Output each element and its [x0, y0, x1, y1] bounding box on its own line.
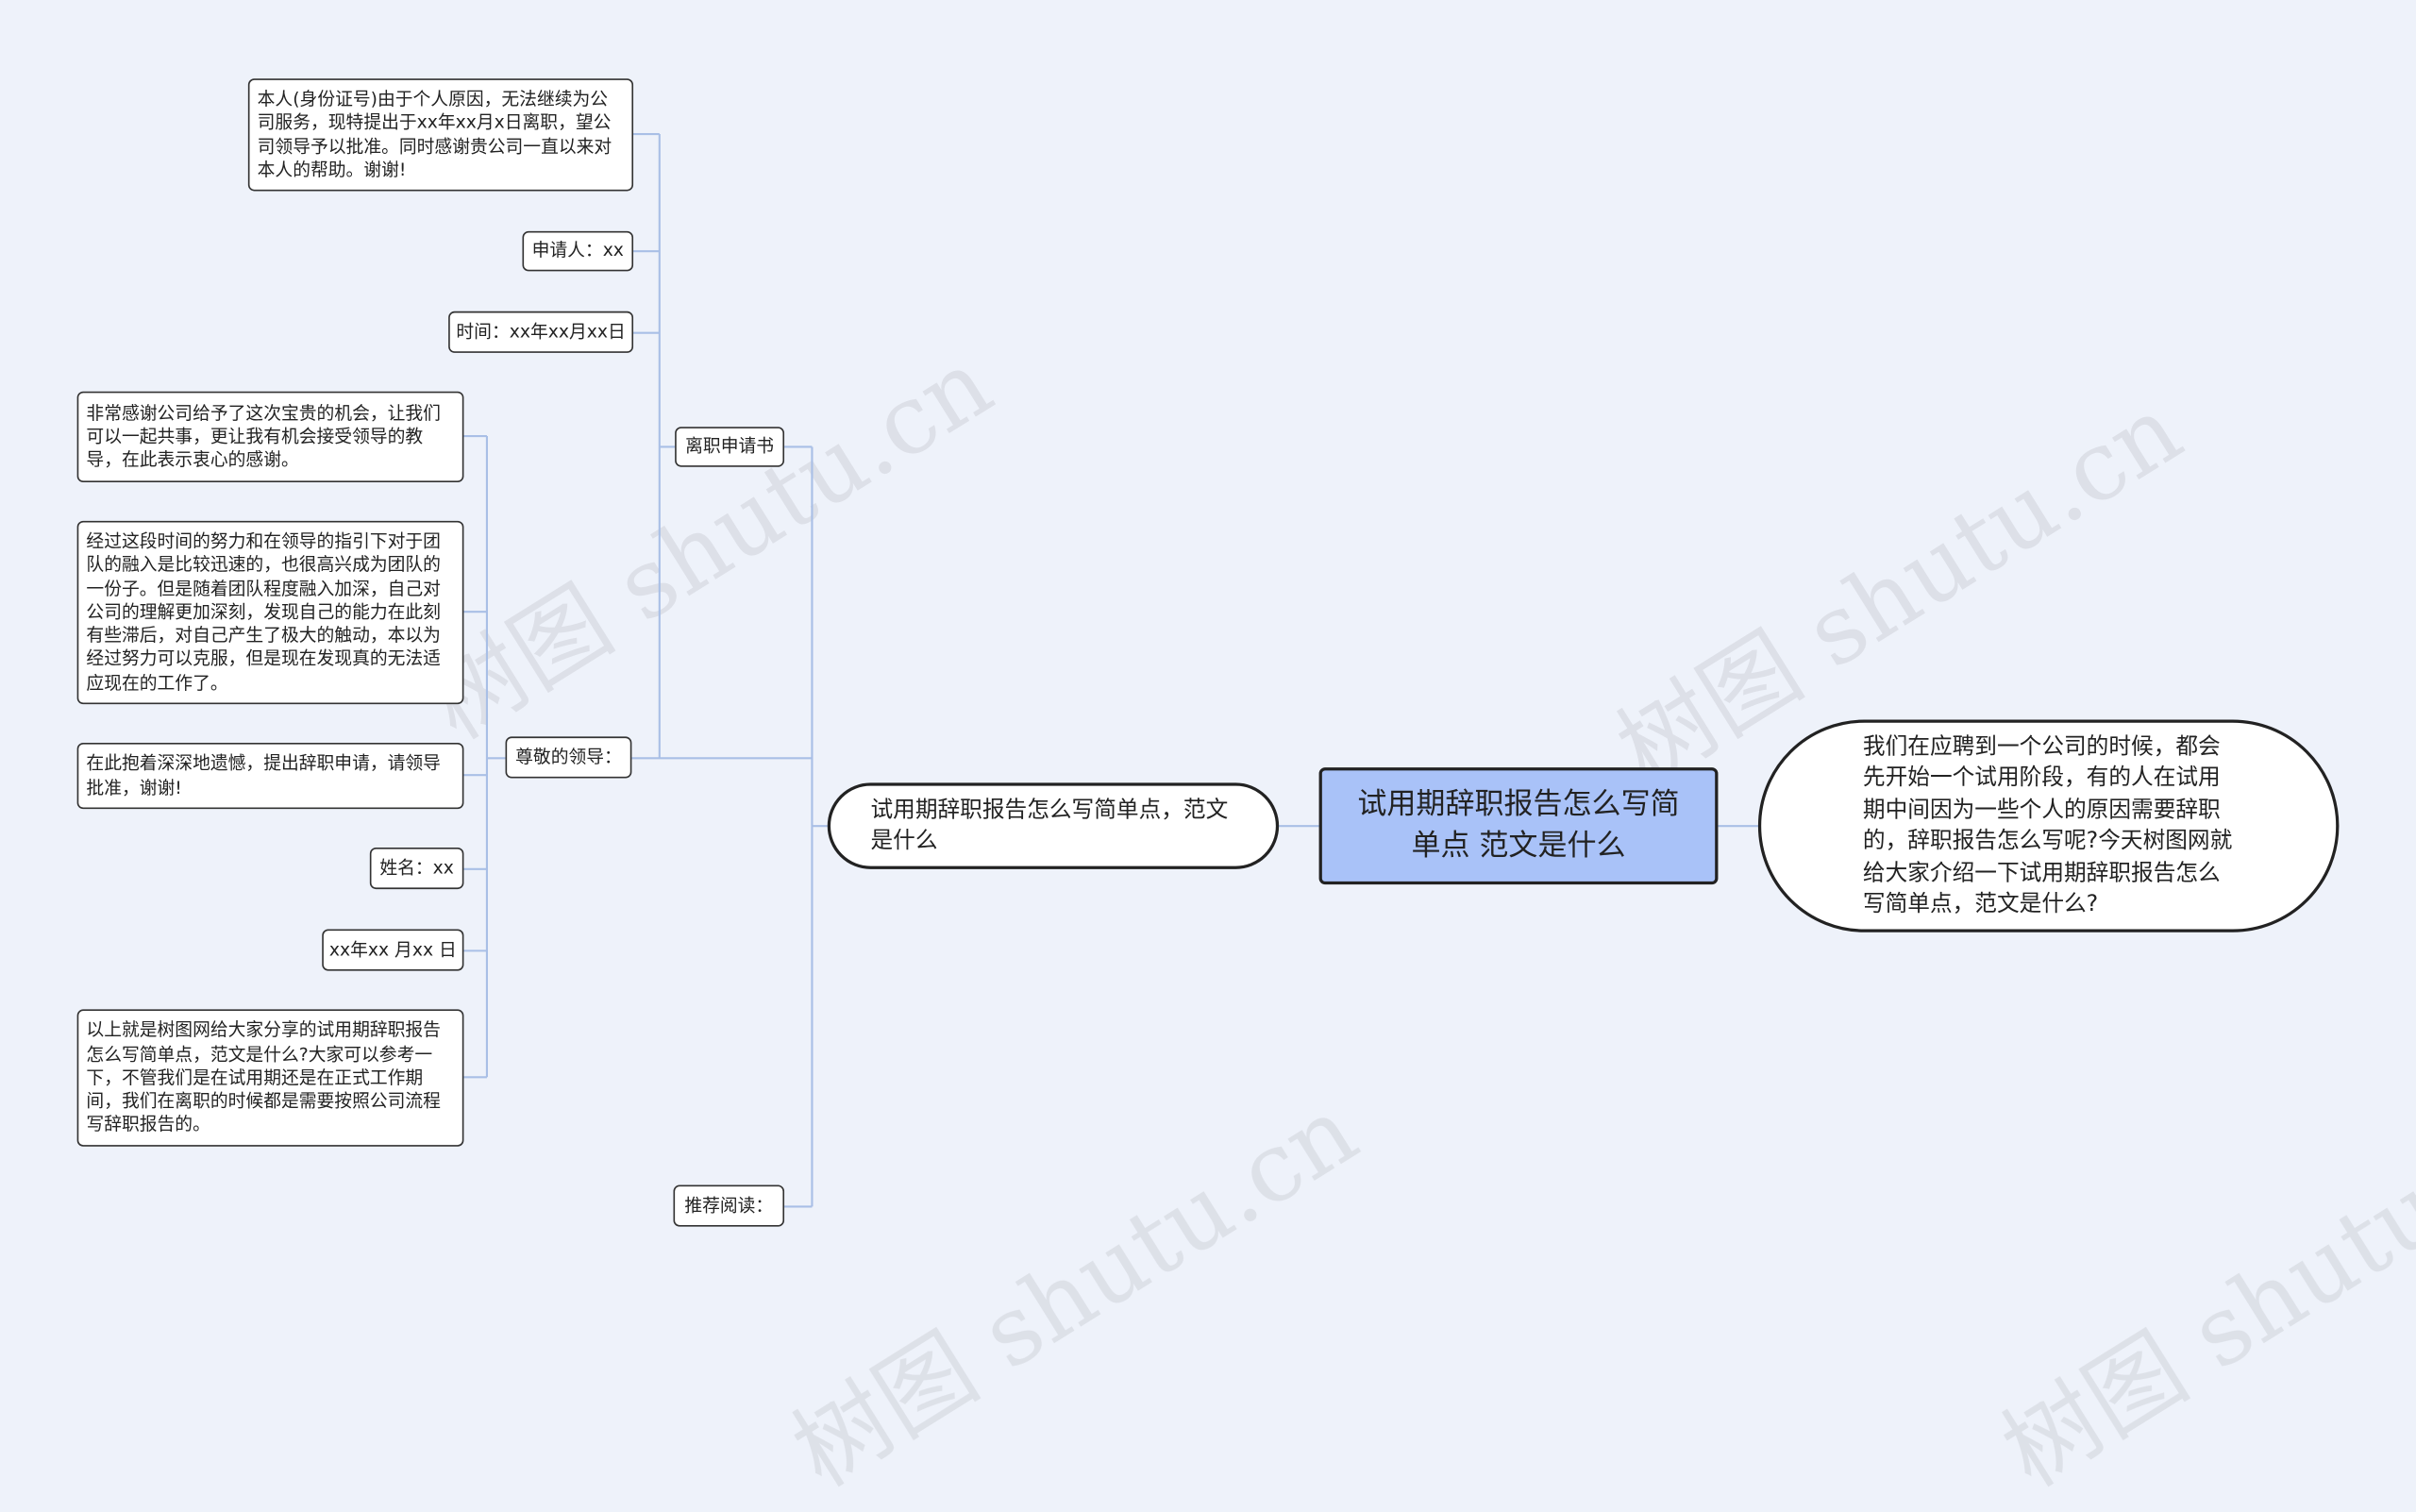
- link-leader-trunk: [485, 436, 506, 1078]
- description-node[interactable]: 我们在应聘到一个公司的时候，都会先开始一个试用阶段，有的人在试用期中间因为一些个…: [1757, 719, 2340, 932]
- branch-recommended[interactable]: 推荐阅读：: [673, 1184, 785, 1227]
- link-main-trunk: [811, 446, 828, 1207]
- applicant-node[interactable]: 申请人：xx: [522, 230, 634, 272]
- main-branch-node[interactable]: 试用期辞职报告怎么写简单点，范文是什么: [827, 782, 1280, 869]
- mindmap-canvas: 树图 shutu.cn 树图 shutu.cn 树图 shutu.cn 树图 s…: [0, 0, 2416, 1508]
- summary-node[interactable]: 以上就是树图网给大家分享的试用期辞职报告怎么写简单点，范文是什么?大家可以参考一…: [76, 1009, 464, 1147]
- letter-body-node[interactable]: 本人(身份证号)由于个人原因，无法继续为公司服务，现特提出于xx年xx月x日离职…: [247, 78, 634, 192]
- date-node[interactable]: xx年xx 月xx 日: [322, 929, 464, 971]
- link-letter-trunk: [658, 134, 676, 759]
- root-topic[interactable]: 试用期辞职报告怎么写简单点 范文是什么: [1318, 767, 1719, 885]
- letter-date-node[interactable]: 时间：xx年xx月xx日: [448, 311, 634, 353]
- name-node[interactable]: 姓名：xx: [369, 847, 464, 890]
- branch-dear-leader[interactable]: 尊敬的领导：: [505, 736, 632, 779]
- reason-node[interactable]: 经过这段时间的努力和在领导的指引下对于团队的融入是比较迅速的，也很高兴成为团队的…: [76, 520, 464, 705]
- request-node[interactable]: 在此抱着深深地遗憾，提出辞职申请，请领导批准，谢谢!: [76, 742, 464, 810]
- thanks-node[interactable]: 非常感谢公司给予了这次宝贵的机会，让我们可以一起共事，更让我有机会接受领导的教导…: [76, 391, 464, 483]
- branch-resignation-letter[interactable]: 离职申请书: [675, 427, 785, 467]
